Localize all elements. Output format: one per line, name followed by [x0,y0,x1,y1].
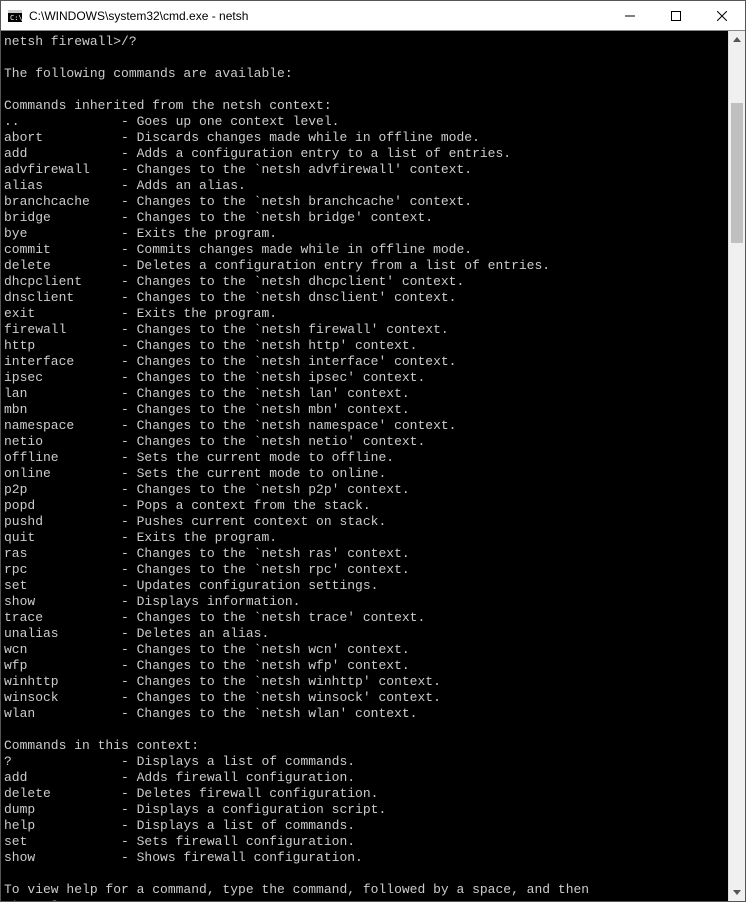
available-header: The following commands are available: [4,66,725,82]
context-cmd-delete: delete - Deletes firewall configuration. [4,786,725,802]
inherited-cmd-interface: interface - Changes to the `netsh interf… [4,354,725,370]
inherited-cmd-delete: delete - Deletes a configuration entry f… [4,258,725,274]
inherited-cmd-abort: abort - Discards changes made while in o… [4,130,725,146]
inherited-cmd-branchcache: branchcache - Changes to the `netsh bran… [4,194,725,210]
inherited-cmd-add: add - Adds a configuration entry to a li… [4,146,725,162]
inherited-cmd-pushd: pushd - Pushes current context on stack. [4,514,725,530]
scroll-thumb[interactable] [731,103,743,243]
inherited-cmd-lan: lan - Changes to the `netsh lan' context… [4,386,725,402]
inherited-cmd-rpc: rpc - Changes to the `netsh rpc' context… [4,562,725,578]
inherited-cmd-http: http - Changes to the `netsh http' conte… [4,338,725,354]
window-title: C:\WINDOWS\system32\cmd.exe - netsh [29,9,607,23]
inherited-cmd-dotdot: .. - Goes up one context level. [4,114,725,130]
inherited-cmd-firewall: firewall - Changes to the `netsh firewal… [4,322,725,338]
inherited-cmd-ras: ras - Changes to the `netsh ras' context… [4,546,725,562]
inherited-cmd-offline: offline - Sets the current mode to offli… [4,450,725,466]
inherited-cmd-alias: alias - Adds an alias. [4,178,725,194]
cmd-window: C:\ C:\WINDOWS\system32\cmd.exe - netsh … [0,0,746,902]
inherited-cmd-set: set - Updates configuration settings. [4,578,725,594]
inherited-cmd-quit: quit - Exits the program. [4,530,725,546]
context-cmd-help: help - Displays a list of commands. [4,818,725,834]
context-cmd-dump: dump - Displays a configuration script. [4,802,725,818]
inherited-cmd-namespace: namespace - Changes to the `netsh namesp… [4,418,725,434]
inherited-cmd-dnsclient: dnsclient - Changes to the `netsh dnscli… [4,290,725,306]
inherited-cmd-trace: trace - Changes to the `netsh trace' con… [4,610,725,626]
inherited-cmd-online: online - Sets the current mode to online… [4,466,725,482]
inherited-cmd-bridge: bridge - Changes to the `netsh bridge' c… [4,210,725,226]
inherited-cmd-advfirewall: advfirewall - Changes to the `netsh advf… [4,162,725,178]
inherited-cmd-commit: commit - Commits changes made while in o… [4,242,725,258]
close-button[interactable] [699,1,745,30]
blank-line [4,722,725,738]
inherited-cmd-exit: exit - Exits the program. [4,306,725,322]
inherited-cmd-winsock: winsock - Changes to the `netsh winsock'… [4,690,725,706]
inherited-cmd-ipsec: ipsec - Changes to the `netsh ipsec' con… [4,370,725,386]
content-area: netsh firewall>/? The following commands… [1,31,745,901]
blank-line [4,82,725,98]
inherited-cmd-winhttp: winhttp - Changes to the `netsh winhttp'… [4,674,725,690]
titlebar[interactable]: C:\ C:\WINDOWS\system32\cmd.exe - netsh [1,1,745,31]
inherited-cmd-popd: popd - Pops a context from the stack. [4,498,725,514]
minimize-button[interactable] [607,1,653,30]
prompt-input-help: netsh firewall>/? [4,34,725,50]
blank-line [4,866,725,882]
inherited-cmd-wcn: wcn - Changes to the `netsh wcn' context… [4,642,725,658]
context-cmd-set: set - Sets firewall configuration. [4,834,725,850]
console-output[interactable]: netsh firewall>/? The following commands… [1,31,728,901]
inherited-cmd-mbn: mbn - Changes to the `netsh mbn' context… [4,402,725,418]
blank-line [4,50,725,66]
inherited-header: Commands inherited from the netsh contex… [4,98,725,114]
cmd-icon: C:\ [7,8,23,24]
maximize-button[interactable] [653,1,699,30]
inherited-cmd-dhcpclient: dhcpclient - Changes to the `netsh dhcpc… [4,274,725,290]
scroll-track[interactable] [729,48,745,884]
help-hint-line1: To view help for a command, type the com… [4,882,725,898]
inherited-cmd-wlan: wlan - Changes to the `netsh wlan' conte… [4,706,725,722]
context-cmd-show: show - Shows firewall configuration. [4,850,725,866]
inherited-cmd-p2p: p2p - Changes to the `netsh p2p' context… [4,482,725,498]
inherited-cmd-bye: bye - Exits the program. [4,226,725,242]
vertical-scrollbar[interactable] [728,31,745,901]
context-cmd-add: add - Adds firewall configuration. [4,770,725,786]
scroll-down-arrow[interactable] [729,884,745,901]
inherited-cmd-unalias: unalias - Deletes an alias. [4,626,725,642]
inherited-cmd-netio: netio - Changes to the `netsh netio' con… [4,434,725,450]
context-header: Commands in this context: [4,738,725,754]
svg-text:C:\: C:\ [10,14,22,22]
context-cmd-qmark: ? - Displays a list of commands. [4,754,725,770]
inherited-cmd-show: show - Displays information. [4,594,725,610]
help-hint-line2: type ?. [4,898,725,901]
scroll-up-arrow[interactable] [729,31,745,48]
inherited-cmd-wfp: wfp - Changes to the `netsh wfp' context… [4,658,725,674]
window-controls [607,1,745,30]
